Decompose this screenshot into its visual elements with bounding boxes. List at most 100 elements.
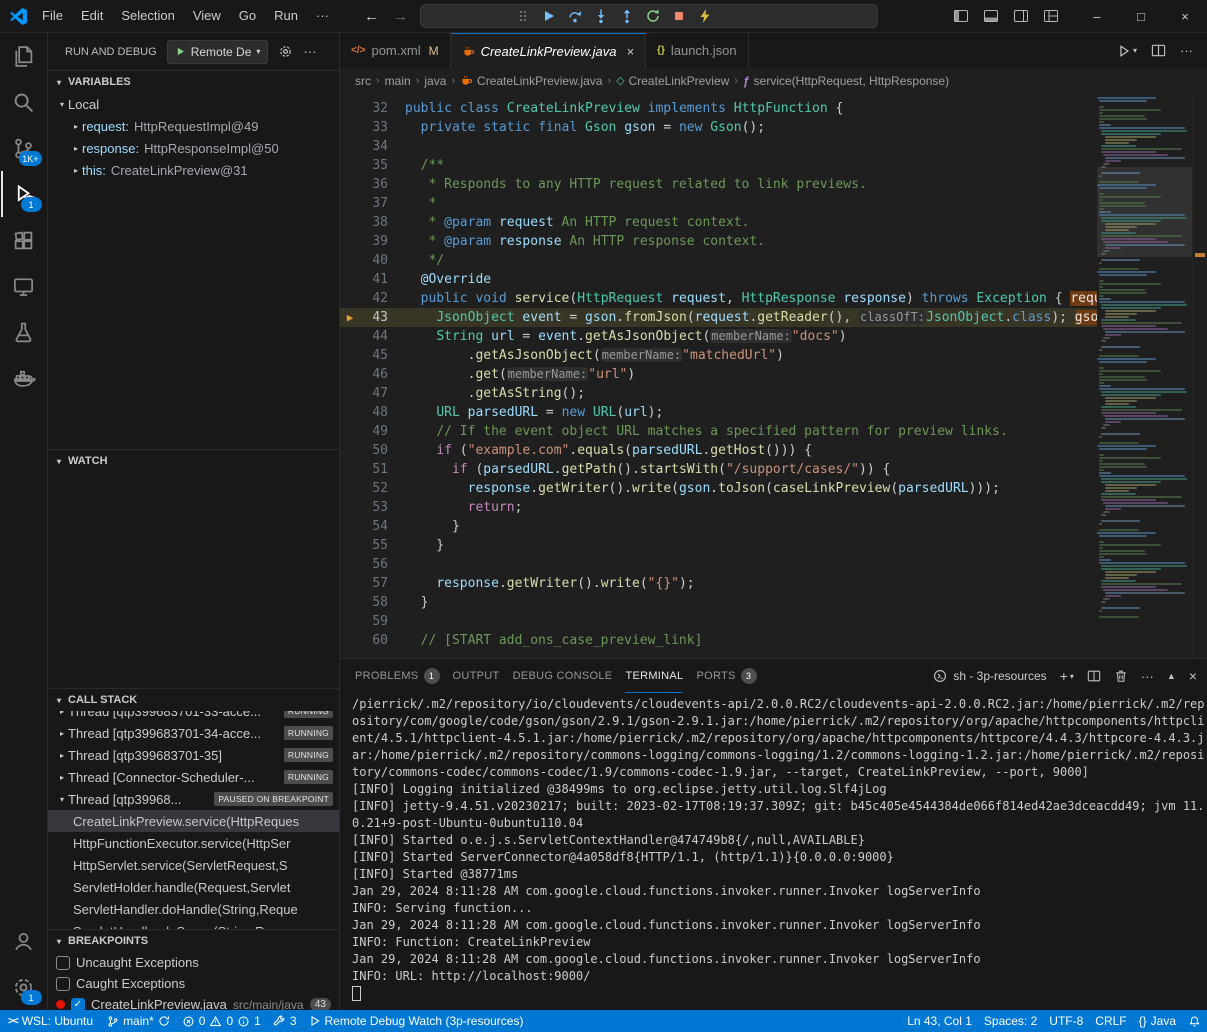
breakpoint-row[interactable]: Uncaught Exceptions — [48, 952, 339, 973]
toggle-secondary-sidebar-icon[interactable] — [1013, 8, 1029, 24]
window-minimize-button[interactable]: – — [1075, 0, 1119, 32]
breakpoint-checkbox[interactable] — [56, 977, 70, 991]
breadcrumb-item[interactable]: java — [424, 74, 446, 88]
stack-frame-row[interactable]: HttpServlet.service(ServletRequest,S — [48, 854, 339, 876]
panel-tab-output[interactable]: OUTPUT — [453, 659, 500, 693]
activity-docker-icon[interactable] — [1, 355, 47, 401]
thread-row[interactable]: ▾Thread [qtp39968...PAUSED ON BREAKPOINT — [48, 788, 339, 810]
cursor-position-indicator[interactable]: Ln 43, Col 1 — [901, 1010, 978, 1032]
new-terminal-button[interactable]: +▾ — [1060, 668, 1074, 684]
debug-settings-gear-icon[interactable] — [278, 44, 293, 59]
run-java-button[interactable]: ▾ — [1117, 44, 1137, 58]
activity-testing-icon[interactable] — [1, 309, 47, 355]
stack-frame-row[interactable]: CreateLinkPreview.service(HttpReques — [48, 810, 339, 832]
split-editor-icon[interactable] — [1151, 43, 1166, 58]
indentation-indicator[interactable]: Spaces: 2 — [978, 1010, 1043, 1032]
menu-overflow-icon[interactable]: ··· — [307, 8, 338, 23]
problems-indicator[interactable]: 0 0 1 — [176, 1010, 267, 1032]
debug-step-over-button[interactable] — [565, 6, 585, 26]
breadcrumb-item[interactable]: ◇CreateLinkPreview — [616, 74, 729, 88]
stack-frame-row[interactable]: ServletHandler.doHandle(String,Reque — [48, 898, 339, 920]
debug-restart-button[interactable] — [643, 6, 663, 26]
activity-remote-explorer-icon[interactable] — [1, 263, 47, 309]
call-stack-section-header[interactable]: ▾ CALL STACK — [48, 689, 339, 711]
panel-tab-problems[interactable]: PROBLEMS1 — [355, 659, 440, 693]
panel-more-actions-icon[interactable]: ··· — [1141, 669, 1154, 684]
variable-row[interactable]: ▸request:HttpRequestImpl@49 — [48, 115, 339, 137]
language-mode-indicator[interactable]: {} Java — [1133, 1010, 1182, 1032]
menu-go[interactable]: Go — [230, 8, 265, 23]
kill-terminal-icon[interactable] — [1114, 669, 1128, 683]
code-editor[interactable]: 32public class CreateLinkPreview impleme… — [340, 93, 1207, 658]
stack-frame-row[interactable]: ServletHandler.doScope(String,Reque — [48, 920, 339, 929]
variables-scope-row[interactable]: ▾Local — [48, 93, 339, 115]
stack-frame-row[interactable]: ServletHolder.handle(Request,Servlet — [48, 876, 339, 898]
eol-indicator[interactable]: CRLF — [1089, 1010, 1132, 1032]
tab-CreateLinkPreview.java[interactable]: CreateLinkPreview.java× — [451, 33, 646, 68]
breakpoint-checkbox[interactable] — [56, 956, 70, 970]
menu-edit[interactable]: Edit — [72, 8, 112, 23]
split-terminal-icon[interactable] — [1087, 669, 1101, 683]
breadcrumb-item[interactable]: src — [355, 74, 371, 88]
thread-row[interactable]: ▸Thread [qtp399683701-34-acce...RUNNING — [48, 722, 339, 744]
variables-section-header[interactable]: ▾ VARIABLES — [48, 71, 339, 93]
panel-tab-ports[interactable]: PORTS3 — [696, 659, 756, 693]
activity-run-debug-icon[interactable]: 1 — [1, 171, 47, 217]
activity-extensions-icon[interactable] — [1, 217, 47, 263]
breadcrumb-item[interactable]: CreateLinkPreview.java — [460, 74, 602, 88]
breadcrumb-item[interactable]: main — [385, 74, 411, 88]
watch-section-header[interactable]: ▾ WATCH — [48, 450, 339, 472]
thread-row[interactable]: ▸Thread [qtp399683701-33-acce...RUNNING — [48, 711, 339, 722]
debug-step-out-button[interactable] — [617, 6, 637, 26]
remote-indicator[interactable]: >< WSL: Ubuntu — [0, 1010, 101, 1032]
debug-continue-button[interactable] — [539, 6, 559, 26]
tab-pom.xml[interactable]: </>pom.xmlM — [340, 33, 451, 68]
nav-forward-button[interactable]: → — [393, 8, 408, 25]
notifications-bell-icon[interactable] — [1182, 1010, 1207, 1032]
variable-row[interactable]: ▸response:HttpResponseImpl@50 — [48, 137, 339, 159]
minimap[interactable] — [1097, 93, 1193, 658]
hot-code-replace-button[interactable] — [695, 6, 715, 26]
menu-run[interactable]: Run — [265, 8, 307, 23]
tab-launch.json[interactable]: {}launch.json — [646, 33, 749, 68]
activity-explorer-icon[interactable] — [1, 33, 47, 79]
menu-selection[interactable]: Selection — [112, 8, 183, 23]
terminal-output[interactable]: /pierrick/.m2/repository/io/cloudevents/… — [340, 693, 1207, 1010]
terminal-selector[interactable]: sh - 3p-resources — [933, 669, 1046, 683]
panel-tab-terminal[interactable]: TERMINAL — [625, 659, 683, 693]
debug-session-indicator[interactable]: Remote Debug Watch (3p-resources) — [303, 1010, 530, 1032]
launch-config-dropdown[interactable]: Remote De ▾ — [167, 40, 269, 64]
panel-tab-debug-console[interactable]: DEBUG CONSOLE — [513, 659, 613, 693]
breakpoint-row[interactable]: ✓CreateLinkPreview.javasrc/main/java43 — [48, 994, 339, 1010]
breadcrumb-item[interactable]: ƒservice(HttpRequest, HttpResponse) — [743, 74, 949, 88]
toolbar-grip-icon[interactable] — [513, 6, 533, 26]
window-maximize-button[interactable]: □ — [1119, 0, 1163, 32]
command-center[interactable] — [420, 4, 878, 28]
debug-step-into-button[interactable] — [591, 6, 611, 26]
breakpoint-row[interactable]: Caught Exceptions — [48, 973, 339, 994]
editor-scrollbar[interactable] — [1192, 93, 1207, 658]
close-panel-icon[interactable]: × — [1189, 668, 1197, 684]
customize-layout-icon[interactable] — [1043, 8, 1059, 24]
close-tab-icon[interactable]: × — [626, 44, 634, 59]
toggle-panel-icon[interactable] — [983, 8, 999, 24]
menu-file[interactable]: File — [33, 8, 72, 23]
window-close-button[interactable]: × — [1163, 0, 1207, 32]
variable-row[interactable]: ▸this:CreateLinkPreview@31 — [48, 159, 339, 181]
git-branch-indicator[interactable]: main* — [101, 1010, 176, 1032]
editor-more-actions-icon[interactable]: ··· — [1180, 43, 1193, 58]
accounts-icon[interactable] — [1, 918, 47, 964]
activity-search-icon[interactable] — [1, 79, 47, 125]
breakpoint-checkbox[interactable]: ✓ — [71, 998, 85, 1011]
activity-source-control-icon[interactable]: 1K+ — [1, 125, 47, 171]
thread-row[interactable]: ▸Thread [Connector-Scheduler-...RUNNING — [48, 766, 339, 788]
toggle-sidebar-icon[interactable] — [953, 8, 969, 24]
running-tasks-indicator[interactable]: 3 — [267, 1010, 303, 1032]
encoding-indicator[interactable]: UTF-8 — [1043, 1010, 1089, 1032]
menu-view[interactable]: View — [184, 8, 230, 23]
settings-gear-icon[interactable]: 1 — [1, 964, 47, 1010]
maximize-panel-icon[interactable]: ▲ — [1167, 671, 1176, 681]
debug-stop-button[interactable] — [669, 6, 689, 26]
stack-frame-row[interactable]: HttpFunctionExecutor.service(HttpSer — [48, 832, 339, 854]
sidebar-more-actions-icon[interactable]: ··· — [303, 44, 316, 59]
